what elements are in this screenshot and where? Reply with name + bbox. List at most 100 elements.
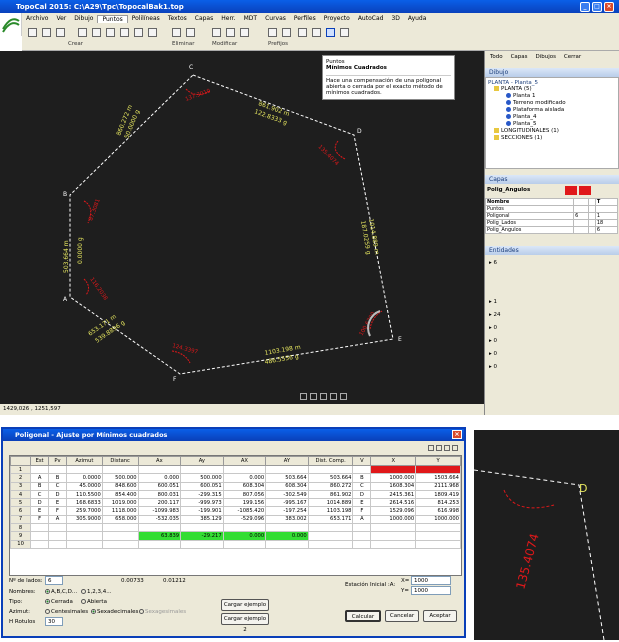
create-point-icon[interactable] (106, 28, 115, 37)
grid-cell[interactable]: 600.051 (137, 481, 182, 491)
grid-cell[interactable] (137, 539, 182, 549)
create-point-icon[interactable] (134, 28, 143, 37)
entity-row[interactable]: ▸ 0 (489, 322, 615, 335)
prefix-icon[interactable] (298, 28, 307, 37)
grid-cell[interactable] (370, 464, 417, 475)
menu-puntos[interactable]: Puntos (97, 14, 128, 23)
grid-row[interactable]: 5 D E 168.6833 1019.000 200.117 -999.973 199.15… (10, 498, 461, 508)
grid-cell[interactable]: E (48, 498, 67, 508)
grid-cell[interactable]: 1000.000 (370, 514, 417, 525)
grid-cell[interactable]: B (48, 473, 67, 483)
survey-icon[interactable] (340, 28, 349, 37)
menu-capas[interactable]: Capas (191, 15, 217, 22)
grid-cell[interactable]: E (30, 506, 50, 516)
grid-cell[interactable]: -199.901 (180, 506, 224, 516)
nombres-radio-abc[interactable]: A,B,C,D... (45, 589, 77, 595)
azimut-radio-sexagesimales[interactable]: Sexagesimales (139, 609, 186, 615)
grid-cell[interactable]: -29.217 (180, 531, 224, 541)
grid-icon[interactable] (320, 393, 327, 400)
grid-cell[interactable]: 7 (10, 514, 32, 525)
entity-row[interactable]: ▸ 0 (489, 361, 615, 374)
grid-cell[interactable]: A (30, 473, 50, 483)
prefix-icon[interactable] (268, 28, 277, 37)
close-button[interactable]: × (604, 2, 614, 12)
modify-point-icon[interactable] (226, 28, 235, 37)
grid-cell[interactable]: 1118.000 (101, 506, 139, 516)
grid-cell[interactable] (370, 539, 417, 549)
grid-cell[interactable]: 807.056 (222, 489, 267, 500)
grid-cell[interactable]: 45.0000 (65, 481, 103, 491)
copy-icon[interactable] (428, 445, 434, 451)
grid-cell[interactable] (137, 523, 182, 533)
dibujo-section[interactable]: Dibujo (485, 68, 619, 77)
delete-point-icon[interactable] (186, 28, 195, 37)
accept-button[interactable]: Aceptar (423, 610, 457, 622)
menu-perfiles[interactable]: Perfiles (290, 15, 320, 22)
grid-cell[interactable]: 6 (10, 506, 32, 516)
grid-header[interactable]: Est (30, 456, 50, 466)
x-input[interactable]: 1000 (411, 576, 451, 585)
grid-cell[interactable] (48, 539, 67, 549)
grid-cell[interactable] (30, 523, 50, 533)
grid-cell[interactable] (415, 539, 461, 549)
grid-cell[interactable] (370, 531, 417, 541)
grid-cell[interactable]: -529.096 (222, 514, 267, 525)
grid-cell[interactable]: 2614.516 (370, 498, 417, 508)
tab-dibujos[interactable]: Dibujos (532, 53, 559, 61)
grid-cell[interactable]: 0.000 (222, 531, 267, 541)
grid-cell[interactable]: 5 (10, 498, 32, 508)
col-nombre[interactable]: Nombre (484, 198, 575, 206)
minimize-button[interactable]: _ (580, 2, 590, 12)
grid-row[interactable]: 6 E F 259.7000 1118.000 -1099.983 -199.901 -108… (10, 506, 461, 516)
grid-cell[interactable] (307, 539, 354, 549)
grid-cell[interactable]: 2111.968 (415, 481, 461, 491)
grid-row[interactable]: 9 63.839 -29.217 0.000 0.000 (10, 531, 461, 541)
entity-row[interactable]: ▸ 6 (489, 257, 615, 270)
grid-cell[interactable]: F (30, 514, 50, 525)
menu-proyecto[interactable]: Proyecto (320, 15, 354, 22)
menu-dibujo[interactable]: Dibujo (70, 15, 97, 22)
grid-cell[interactable] (65, 531, 103, 541)
layer-color-swatch[interactable] (565, 186, 577, 195)
grid-header[interactable]: AY (265, 456, 309, 466)
grid-cell[interactable]: 1529.096 (370, 506, 417, 516)
grid-cell[interactable] (48, 464, 67, 475)
grid-cell[interactable] (222, 464, 267, 475)
grid-cell[interactable] (370, 523, 417, 533)
grid-cell[interactable]: 1014.889 (307, 498, 354, 508)
grid-cell[interactable]: 658.000 (101, 514, 139, 525)
grid-cell[interactable]: 1503.664 (415, 473, 461, 483)
grid-cell[interactable]: 503.664 (307, 473, 354, 483)
grid-cell[interactable]: F (352, 506, 372, 516)
entity-row[interactable]: ▸ 0 (489, 348, 615, 361)
grid-cell[interactable] (307, 523, 354, 533)
grid-cell[interactable] (101, 539, 139, 549)
grid-cell[interactable]: 500.000 (180, 473, 224, 483)
grid-cell[interactable]: C (48, 481, 67, 491)
grid-cell[interactable]: 259.7000 (65, 506, 103, 516)
menu-herr[interactable]: Herr. (217, 15, 239, 22)
grid-cell[interactable] (222, 523, 267, 533)
point-tool-icon[interactable] (28, 28, 37, 37)
grid-cell[interactable] (137, 464, 182, 475)
grid-cell[interactable]: B (352, 473, 372, 483)
grid-cell[interactable] (352, 539, 372, 549)
grid-cell[interactable] (265, 523, 309, 533)
tree-item[interactable]: LONGITUDINALES (1) (488, 128, 616, 135)
arrow-icon[interactable] (452, 445, 458, 451)
grid-cell[interactable]: D (352, 489, 372, 500)
grid-cell[interactable] (352, 531, 372, 541)
grid-header[interactable]: Ay (180, 456, 224, 466)
tree-item[interactable]: SECCIONES (1) (488, 135, 616, 142)
menu-mdt[interactable]: MDT (240, 15, 261, 22)
grid-cell[interactable]: 200.117 (137, 498, 182, 508)
grid-cell[interactable]: 110.5500 (65, 489, 103, 500)
grid-cell[interactable]: 814.253 (415, 498, 461, 508)
tree-item[interactable]: Terreno modificado (488, 100, 616, 107)
modify-point-icon[interactable] (212, 28, 221, 37)
survey-icon[interactable] (312, 28, 321, 37)
grid-cell[interactable] (352, 464, 372, 475)
tipo-radio-cerrada[interactable]: Cerrada (45, 599, 73, 605)
menu-polilineas[interactable]: Polilíneas (128, 15, 164, 22)
grid-cell[interactable]: 1608.304 (370, 481, 417, 491)
